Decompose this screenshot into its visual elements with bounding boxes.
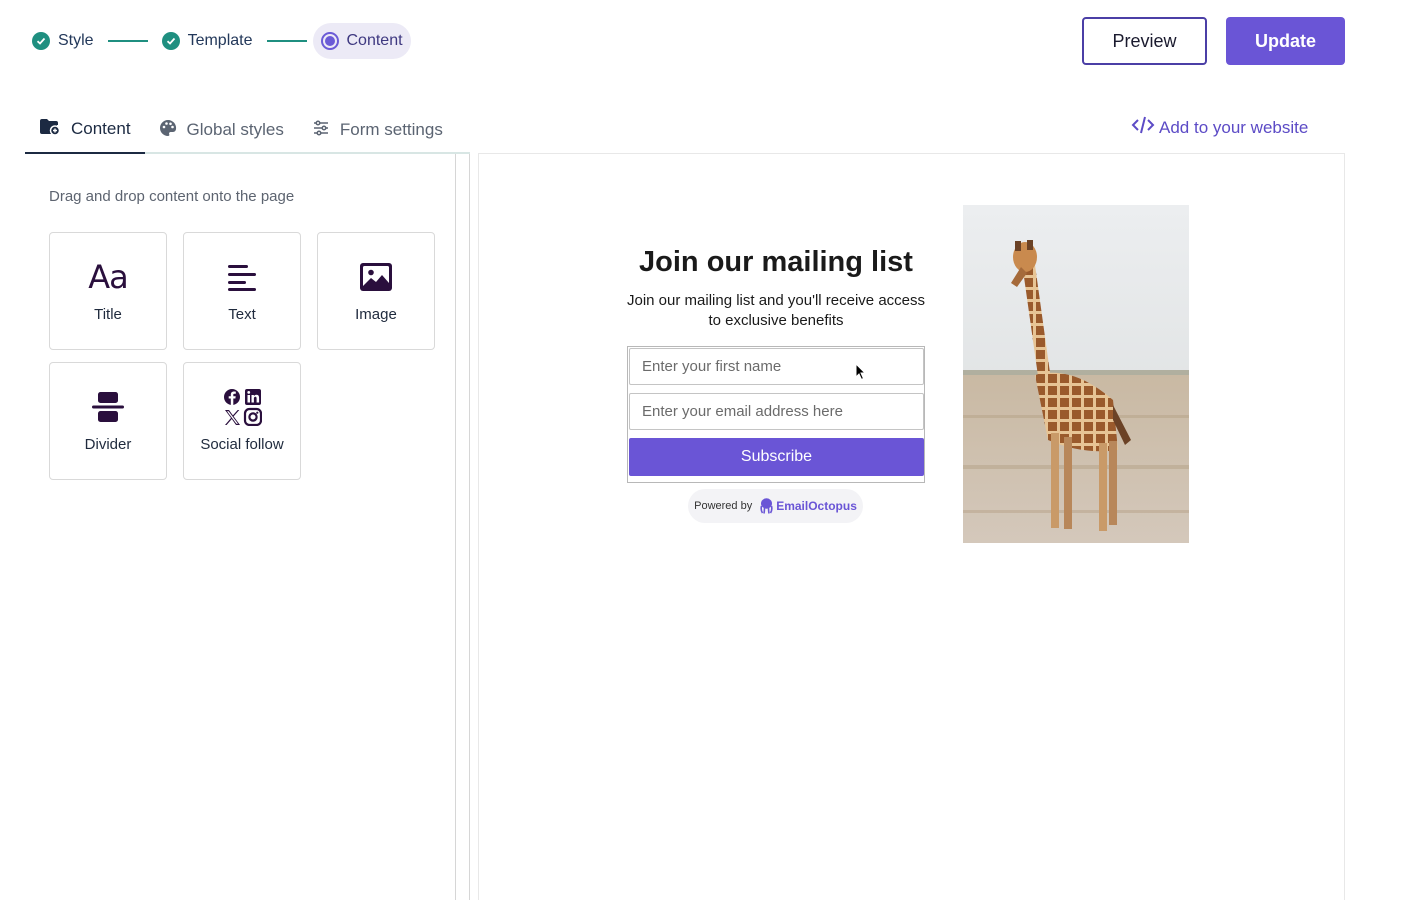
brand-name: EmailOctopus xyxy=(776,499,857,513)
mouse-cursor-icon xyxy=(855,362,867,386)
step-template[interactable]: Template xyxy=(154,23,261,59)
editor-tabs: Content Global styles Form settings xyxy=(25,108,470,154)
form-canvas: Join our mailing list Join our mailing l… xyxy=(478,153,1345,900)
add-to-website-label: Add to your website xyxy=(1159,117,1309,137)
tab-form-settings[interactable]: Form settings xyxy=(298,108,457,152)
form-subtitle[interactable]: Join our mailing list and you'll receive… xyxy=(627,291,925,331)
tab-label: Content xyxy=(71,119,131,138)
tab-global-styles[interactable]: Global styles xyxy=(145,108,298,152)
update-button[interactable]: Update xyxy=(1226,17,1345,65)
form-title[interactable]: Join our mailing list xyxy=(627,246,925,279)
blocks-grid: Aa Title Text Image Divider Social follo… xyxy=(49,232,435,480)
sliders-icon xyxy=(312,119,330,142)
octopus-icon xyxy=(760,498,773,514)
first-name-input[interactable] xyxy=(629,348,924,385)
check-icon xyxy=(161,32,180,50)
panel-divider[interactable] xyxy=(469,154,470,900)
block-title[interactable]: Aa Title xyxy=(49,232,167,350)
block-label: Image xyxy=(355,305,397,323)
divider-icon xyxy=(92,390,124,424)
email-input[interactable] xyxy=(629,393,924,430)
block-label: Divider xyxy=(84,435,132,453)
progress-stepper: Style Template Content xyxy=(24,22,411,60)
block-image[interactable]: Image xyxy=(317,232,435,350)
drag-hint: Drag and drop content onto the page xyxy=(49,188,295,205)
add-to-website-link[interactable]: Add to your website xyxy=(1131,116,1308,139)
preview-button[interactable]: Preview xyxy=(1082,17,1207,65)
tab-label: Global styles xyxy=(186,120,284,139)
block-label: Title xyxy=(94,305,122,323)
text-icon xyxy=(227,260,257,294)
subscribe-button[interactable]: Subscribe xyxy=(629,438,924,476)
powered-by-label: Powered by xyxy=(694,500,753,512)
brand-logo: EmailOctopus xyxy=(760,498,857,514)
tab-label: Form settings xyxy=(339,120,443,139)
signup-form: Subscribe xyxy=(627,346,925,483)
block-social-follow[interactable]: Social follow xyxy=(183,362,301,480)
social-follow-icon xyxy=(222,388,262,426)
step-connector xyxy=(107,40,148,42)
content-icon xyxy=(39,118,61,141)
giraffe-image[interactable] xyxy=(963,205,1189,543)
current-step-icon xyxy=(320,32,339,50)
step-style[interactable]: Style xyxy=(24,23,102,59)
palette-icon xyxy=(159,119,177,142)
powered-by-badge[interactable]: Powered by EmailOctopus xyxy=(688,489,863,523)
content-blocks-panel: Drag and drop content onto the page Aa T… xyxy=(25,154,456,900)
step-label: Template xyxy=(187,32,253,49)
code-icon xyxy=(1131,116,1155,139)
block-text[interactable]: Text xyxy=(183,232,301,350)
block-divider[interactable]: Divider xyxy=(49,362,167,480)
step-connector xyxy=(266,40,307,42)
check-icon xyxy=(32,32,50,50)
tab-content[interactable]: Content xyxy=(25,108,145,154)
step-label: Style xyxy=(58,32,94,49)
image-icon xyxy=(360,260,392,294)
block-label: Social follow xyxy=(200,435,284,453)
title-icon: Aa xyxy=(88,257,128,296)
block-label: Text xyxy=(228,305,256,323)
step-content[interactable]: Content xyxy=(312,23,411,59)
step-label: Content xyxy=(346,32,403,49)
